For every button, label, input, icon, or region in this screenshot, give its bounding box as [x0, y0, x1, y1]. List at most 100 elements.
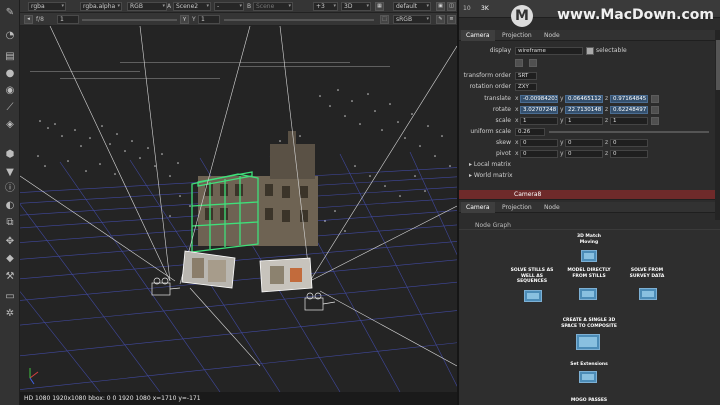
translate-z-field[interactable]: 0.97164845	[610, 95, 648, 103]
pivot-z-field[interactable]: 0	[610, 150, 648, 158]
scale-y-field[interactable]: 1	[565, 117, 603, 125]
skew-y-field[interactable]: 0	[565, 139, 603, 147]
fstop-label: f/8	[36, 16, 44, 23]
clock-icon[interactable]: ◔	[3, 29, 17, 43]
rotate-y-field[interactable]: 22.7130148	[565, 106, 603, 114]
rotation-order-dropdown[interactable]: ZXY	[515, 83, 537, 91]
match-moving-node[interactable]	[581, 250, 597, 262]
camera-dropdown[interactable]: default ▾	[393, 2, 431, 11]
translate-row: translate x -0.00984203 y 0.06465112 z 0…	[459, 94, 720, 104]
camera-lock-icon[interactable]: ◫	[447, 2, 456, 11]
local-matrix-row[interactable]: ▸ Local matrix	[459, 160, 720, 170]
scrollbar-thumb[interactable]	[716, 40, 720, 90]
display-dropdown[interactable]: wireframe	[515, 47, 583, 55]
transform-order-dropdown[interactable]: SRT	[515, 72, 537, 80]
properties-scrollbar[interactable]	[715, 30, 720, 220]
pivot-y-field[interactable]: 0	[565, 150, 603, 158]
tab-projection[interactable]: Projection	[497, 30, 537, 41]
create-space-node[interactable]	[576, 334, 600, 350]
scale-x-field[interactable]: 1	[520, 117, 558, 125]
scale-animation-icon[interactable]	[651, 117, 659, 125]
filter-icon[interactable]: ▼	[3, 166, 17, 180]
layer-dropdown[interactable]: rgba.alpha ▾	[80, 2, 122, 11]
rotate-animation-icon[interactable]	[651, 106, 659, 114]
y-value[interactable]: 1	[198, 15, 220, 24]
mask-icon[interactable]: ◐	[3, 199, 17, 213]
circle-icon[interactable]: ●	[3, 67, 17, 81]
watermark-logo: M	[511, 5, 533, 27]
node-graph[interactable]: Node Graph 3D Match Moving SOLVE STILLS …	[459, 222, 720, 405]
rotate-x-field[interactable]: 3.02707248	[520, 106, 558, 114]
axis-z-label: z	[605, 117, 609, 124]
toolbox-icon[interactable]: ▭	[3, 290, 17, 304]
translate-y-field[interactable]: 0.06465112	[565, 95, 603, 103]
gamma-slider[interactable]	[224, 19, 374, 21]
solve-stills-label: SOLVE STILLS AS WELL AS SEQUENCES	[510, 268, 554, 284]
skew-z-field[interactable]: 0	[610, 139, 648, 147]
settings-icon[interactable]: ✲	[3, 307, 17, 321]
a-input-dropdown[interactable]: Scene2 ▾	[173, 2, 211, 11]
merge-icon[interactable]: ⧉	[3, 216, 17, 230]
axis-z-label: z	[605, 139, 609, 146]
view-options-icon[interactable]: ≡	[447, 15, 456, 24]
world-matrix-label: ▸ World matrix	[469, 172, 513, 179]
tab-projection-2[interactable]: Projection	[497, 202, 537, 213]
tab-camera-2[interactable]: Camera	[461, 202, 495, 213]
drop-icon[interactable]: ◉	[3, 84, 17, 98]
grid-toggle-icon[interactable]: ▦	[375, 2, 384, 11]
skew-x-field[interactable]: 0	[520, 139, 558, 147]
panel-count: 10	[463, 5, 471, 12]
zoom-dropdown[interactable]: +3 ▾	[313, 2, 338, 11]
brush-icon[interactable]: ⟋	[3, 101, 17, 115]
cube-icon[interactable]: ⬢	[3, 148, 17, 162]
channels-dropdown[interactable]: rgba ▾	[28, 2, 66, 11]
tab-camera[interactable]: Camera	[461, 30, 495, 41]
local-matrix-text: Local matrix	[473, 161, 511, 168]
b-input-dropdown[interactable]: Scene ▾	[253, 2, 293, 11]
translate-animation-icon[interactable]	[651, 95, 659, 103]
gamma-icon[interactable]: γ	[180, 15, 189, 24]
axis-x-label: x	[515, 139, 519, 146]
fstop-value[interactable]: 1	[57, 15, 79, 24]
translate-x-field[interactable]: -0.00984203	[520, 95, 558, 103]
ab-operation-dropdown[interactable]: - ▾	[214, 2, 244, 11]
step-back-icon[interactable]: ◂	[24, 15, 33, 24]
uniform-scale-field[interactable]: 0.26	[515, 128, 545, 136]
terrain-points	[30, 62, 390, 79]
display-label: display	[489, 47, 511, 54]
layers-icon[interactable]: ◈	[3, 118, 17, 132]
file-menu-icon[interactable]	[515, 59, 523, 67]
rotate-row: rotate x 3.02707248 y 22.7130148 z 0.622…	[459, 105, 720, 115]
view-mode-dropdown[interactable]: 3D ▾	[341, 2, 371, 11]
world-matrix-row[interactable]: ▸ World matrix	[459, 171, 720, 181]
tab-node-2[interactable]: Node	[539, 202, 565, 213]
selectable-checkbox[interactable]	[586, 47, 594, 55]
axis-y-label: y	[560, 106, 564, 113]
scale-z-field[interactable]: 1	[610, 117, 648, 125]
axis-x-label: x	[515, 117, 519, 124]
axis-menu-icon[interactable]	[529, 59, 537, 67]
stack-icon[interactable]: ▤	[3, 50, 17, 64]
transform-icon[interactable]: ✥	[3, 235, 17, 249]
paint-icon[interactable]: ✎	[436, 15, 445, 24]
model-directly-node[interactable]	[579, 288, 597, 300]
camera-node-header[interactable]: Camera8	[459, 190, 720, 200]
rotate-z-field[interactable]: 0.62248497	[610, 106, 648, 114]
set-extensions-node[interactable]	[579, 371, 597, 383]
solve-survey-node[interactable]	[639, 288, 657, 300]
3d-viewport[interactable]	[20, 26, 457, 392]
gain-slider[interactable]	[82, 19, 177, 21]
info-icon[interactable]: ⓘ	[3, 182, 17, 196]
roi-icon[interactable]: ⬚	[380, 15, 389, 24]
tab-node[interactable]: Node	[539, 30, 565, 41]
rotation-order-row: rotation order ZXY	[459, 82, 720, 92]
tag-icon[interactable]: ◆	[3, 252, 17, 266]
solve-stills-node[interactable]	[524, 290, 542, 302]
wrench-icon[interactable]: ⚒	[3, 270, 17, 284]
lock-icon[interactable]: ▣	[436, 2, 445, 11]
colorspace-dropdown[interactable]: RGB ▾	[127, 2, 167, 11]
uniform-scale-slider[interactable]	[549, 131, 709, 133]
lut-dropdown[interactable]: sRGB ▾	[393, 15, 431, 24]
pencil-icon[interactable]: ✎	[3, 6, 17, 20]
pivot-x-field[interactable]: 0	[520, 150, 558, 158]
